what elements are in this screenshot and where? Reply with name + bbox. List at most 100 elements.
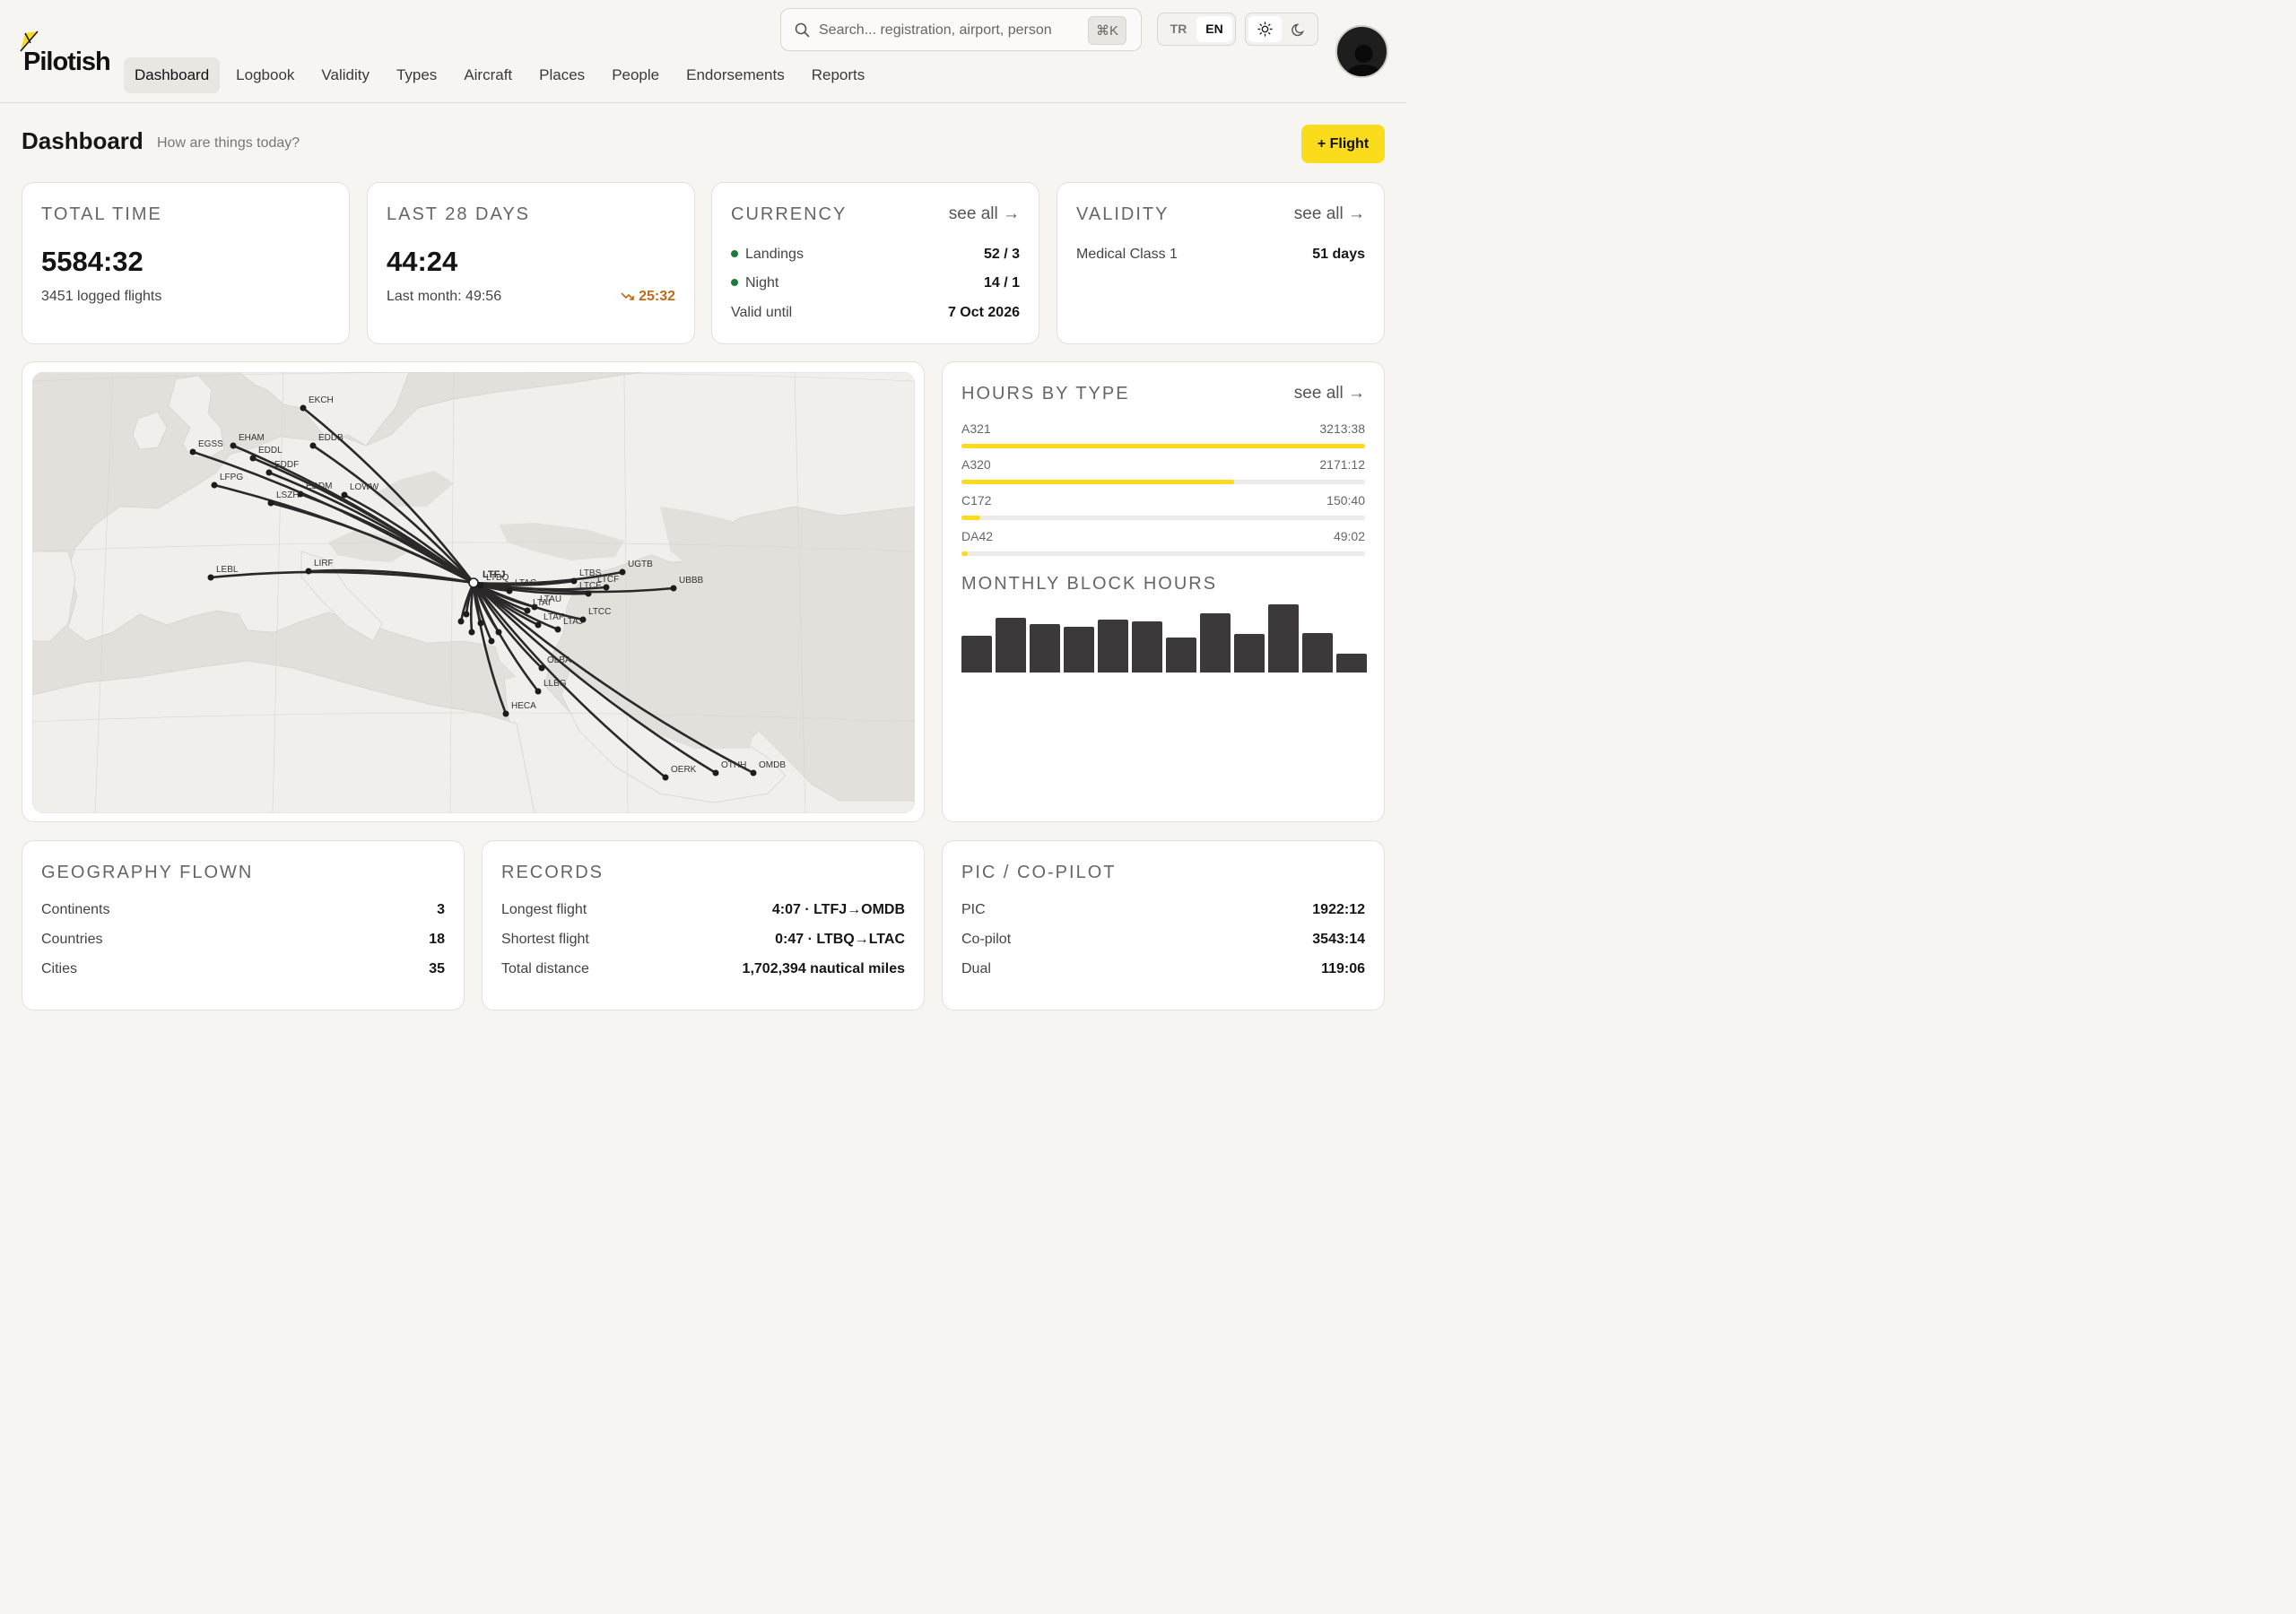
airport-marker[interactable]	[468, 577, 479, 588]
month-bar[interactable]	[961, 635, 992, 672]
type-row-da42[interactable]: DA42 49:02	[961, 529, 1365, 561]
airport-marker[interactable]	[662, 774, 669, 781]
airport-marker[interactable]	[535, 688, 542, 695]
light-theme-button[interactable]	[1248, 16, 1282, 42]
row-value: 18	[429, 932, 445, 947]
status-dot	[731, 278, 738, 286]
nav-types[interactable]: Types	[386, 57, 448, 93]
month-bar[interactable]	[1132, 620, 1162, 672]
card-label: HOURS BY TYPE	[961, 384, 1130, 404]
airport-marker[interactable]	[579, 616, 587, 623]
add-flight-button[interactable]: + Flight	[1301, 125, 1385, 163]
nav-places[interactable]: Places	[528, 57, 596, 93]
airport-marker[interactable]	[341, 491, 348, 499]
row-value: 14 / 1	[983, 275, 1020, 291]
month-bar[interactable]	[1200, 612, 1231, 672]
airport-marker[interactable]	[535, 621, 542, 629]
airport-marker[interactable]	[468, 629, 475, 636]
airport-marker[interactable]	[524, 607, 531, 614]
month-bar[interactable]	[1268, 604, 1299, 672]
airport-marker[interactable]	[538, 664, 545, 672]
row-label: Landings	[745, 247, 804, 262]
airport-marker[interactable]	[463, 611, 470, 618]
row-value: 51 days	[1312, 247, 1365, 262]
hours-by-type-see-all-link[interactable]: see all →	[1294, 384, 1365, 404]
month-bar[interactable]	[1234, 634, 1265, 672]
airport-marker[interactable]	[189, 448, 196, 456]
month-bar[interactable]	[1336, 654, 1367, 672]
row-value: 0:47 · LTBQ→LTAC	[775, 932, 905, 947]
airport-marker[interactable]	[230, 442, 237, 449]
airport-label: LOWW	[350, 482, 379, 492]
type-name: A320	[961, 457, 991, 472]
nav-dashboard[interactable]: Dashboard	[124, 57, 221, 93]
nav-people[interactable]: People	[601, 57, 670, 93]
airport-marker[interactable]	[300, 404, 307, 412]
row-value: 52 / 3	[983, 247, 1020, 262]
airport-marker[interactable]	[495, 629, 502, 636]
hours-by-type-card: HOURS BY TYPE see all → A321 3213:38 A320…	[942, 361, 1385, 822]
airport-marker[interactable]	[585, 590, 592, 597]
app-name: Pilotish	[23, 48, 111, 76]
airport-label: EGSS	[198, 439, 223, 449]
month-bar[interactable]	[1166, 637, 1196, 672]
airport-marker[interactable]	[570, 577, 578, 585]
main-nav: Dashboard Logbook Validity Types Aircraf…	[124, 57, 881, 93]
airport-label: LTAF	[544, 612, 564, 622]
lang-en-button[interactable]: EN	[1196, 16, 1232, 42]
type-bar-fill	[961, 480, 1235, 484]
global-search[interactable]: Search... registration, airport, person …	[780, 8, 1142, 51]
type-row-a320[interactable]: A320 2171:12	[961, 457, 1365, 490]
month-bar[interactable]	[1098, 620, 1128, 672]
nav-reports[interactable]: Reports	[801, 57, 876, 93]
airport-marker[interactable]	[670, 585, 677, 592]
row-value: 1,702,394 nautical miles	[742, 961, 905, 976]
airport-marker[interactable]	[554, 626, 561, 633]
nav-validity[interactable]: Validity	[310, 57, 380, 93]
nav-endorsements[interactable]: Endorsements	[675, 57, 796, 93]
airport-label: LTBQ	[486, 573, 509, 583]
airport-marker[interactable]	[207, 574, 214, 581]
month-bar[interactable]	[996, 618, 1026, 672]
airport-marker[interactable]	[265, 469, 273, 476]
status-dot	[731, 249, 738, 257]
airport-marker[interactable]	[249, 455, 257, 462]
nav-aircraft[interactable]: Aircraft	[453, 57, 523, 93]
airport-label: OLBA	[547, 655, 571, 665]
airport-marker[interactable]	[477, 620, 484, 627]
currency-see-all-link[interactable]: see all →	[949, 204, 1020, 224]
currency-row-night: Night 14 / 1	[731, 275, 1020, 297]
airport-marker[interactable]	[603, 584, 610, 591]
validity-see-all-link[interactable]: see all →	[1294, 204, 1365, 224]
airport-marker[interactable]	[305, 568, 312, 575]
airport-marker[interactable]	[488, 638, 495, 645]
nav-logbook[interactable]: Logbook	[225, 57, 305, 93]
lang-tr-button[interactable]: TR	[1161, 16, 1196, 42]
last-month-value: Last month: 49:56	[387, 289, 502, 304]
language-switcher: TR EN	[1157, 13, 1236, 46]
routes-map[interactable]: EKCH EGSS EHAM EDDB EDDL EDDF LFPG EDDM LOWW LSZH…	[32, 372, 915, 813]
type-row-c172[interactable]: C172 150:40	[961, 493, 1365, 525]
airport-marker[interactable]	[309, 442, 317, 449]
airport-label: LLBG	[544, 679, 567, 689]
airport-marker[interactable]	[211, 482, 218, 489]
airport-marker[interactable]	[457, 618, 465, 625]
month-bar[interactable]	[1302, 633, 1333, 672]
geography-row-continents: Continents 3	[41, 902, 445, 924]
airport-marker[interactable]	[506, 587, 513, 594]
dark-theme-button[interactable]	[1282, 16, 1315, 42]
airport-marker[interactable]	[712, 769, 719, 777]
sun-icon	[1257, 22, 1273, 37]
airport-marker[interactable]	[619, 568, 626, 576]
type-bar-track	[961, 516, 1365, 520]
month-bar[interactable]	[1030, 624, 1060, 672]
type-row-a321[interactable]: A321 3213:38	[961, 421, 1365, 454]
airport-marker[interactable]	[477, 582, 484, 589]
airport-marker[interactable]	[750, 769, 757, 777]
month-bar[interactable]	[1064, 627, 1094, 672]
row-label: PIC	[961, 902, 986, 917]
airport-marker[interactable]	[267, 499, 274, 507]
validity-row-medical: Medical Class 1 51 days	[1076, 247, 1365, 268]
user-avatar[interactable]	[1335, 25, 1388, 78]
airport-marker[interactable]	[502, 710, 509, 717]
